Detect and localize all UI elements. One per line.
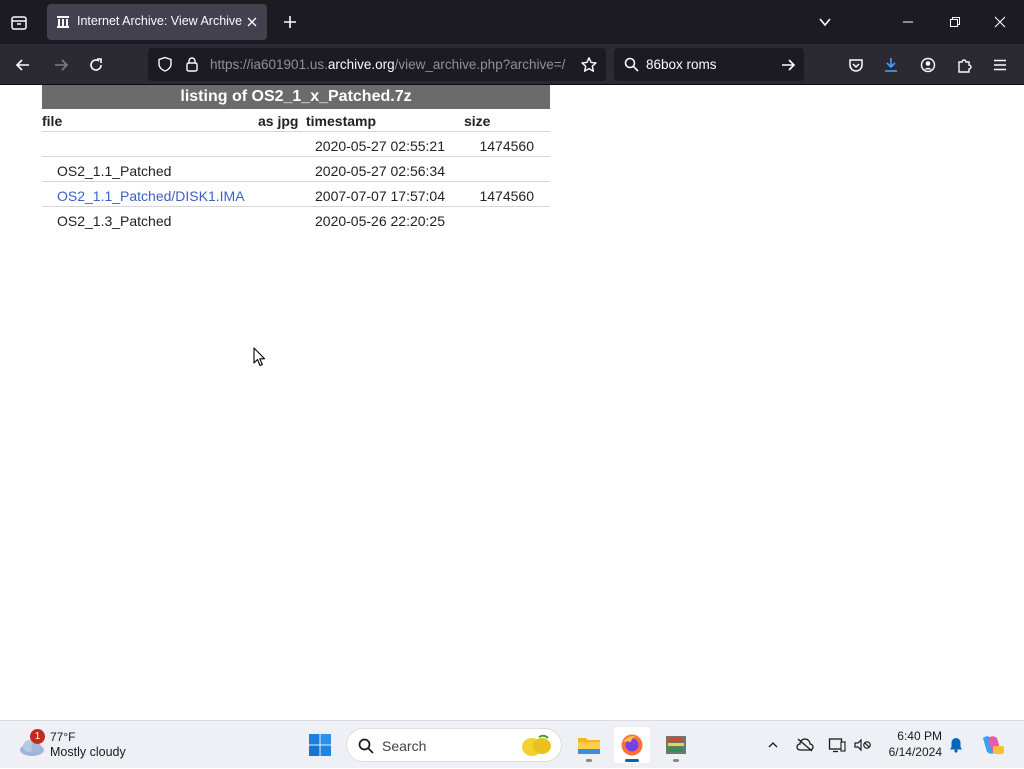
new-tab-icon[interactable] bbox=[280, 12, 300, 32]
reload-icon[interactable] bbox=[85, 54, 107, 76]
tab-bar: Internet Archive: View Archive bbox=[0, 0, 1024, 44]
search-query: 86box roms bbox=[646, 57, 717, 72]
timestamp-cell: 2020-05-27 02:55:21 bbox=[315, 138, 445, 154]
table-row: 2020-05-27 02:55:21 1474560 bbox=[42, 131, 550, 156]
notification-bell-icon[interactable] bbox=[946, 721, 966, 769]
back-arrow-icon[interactable] bbox=[12, 54, 34, 76]
url-bar[interactable]: https://ia601901.us.archive.org/view_arc… bbox=[148, 48, 606, 81]
tracking-protection-shield-icon[interactable] bbox=[155, 54, 175, 74]
size-cell: 1474560 bbox=[479, 138, 534, 154]
search-highlight-lemon-icon bbox=[522, 734, 551, 756]
header-size: size bbox=[464, 113, 491, 129]
lock-icon[interactable] bbox=[182, 54, 202, 74]
downloads-icon[interactable] bbox=[880, 54, 902, 76]
size-cell: 1474560 bbox=[479, 188, 534, 204]
url-domain: archive.org bbox=[327, 57, 395, 72]
account-icon[interactable] bbox=[917, 54, 939, 76]
timestamp-cell: 2007-07-07 17:57:04 bbox=[315, 188, 445, 204]
restore-icon[interactable] bbox=[945, 12, 965, 32]
file-cell: OS2_1.3_Patched bbox=[57, 213, 172, 229]
display-icon[interactable] bbox=[826, 721, 848, 769]
running-indicator bbox=[673, 759, 679, 762]
navigation-toolbar: https://ia601901.us.archive.org/view_arc… bbox=[0, 44, 1024, 85]
listing-caption: listing of OS2_1_x_Patched.7z bbox=[42, 85, 550, 109]
onedrive-offline-icon[interactable] bbox=[794, 721, 816, 769]
header-file: file bbox=[42, 113, 63, 129]
listing-header-row: file as jpg timestamp size bbox=[42, 109, 550, 131]
windows-taskbar: 1 77°F Mostly cloudy Search 6:40 PM 6/14… bbox=[0, 720, 1024, 768]
network-volume-icon[interactable] bbox=[852, 721, 874, 769]
taskbar-search-label: Search bbox=[382, 738, 427, 754]
weather-notification-badge: 1 bbox=[30, 729, 45, 744]
file-link[interactable]: OS2_1.1_Patched/DISK1.IMA bbox=[57, 188, 245, 204]
firefox-taskbar-icon[interactable] bbox=[614, 727, 650, 763]
forward-arrow-icon[interactable] bbox=[50, 54, 72, 76]
list-all-tabs-icon[interactable] bbox=[815, 12, 835, 32]
archive-listing-table: listing of OS2_1_x_Patched.7z file as jp… bbox=[42, 85, 550, 231]
pocket-icon[interactable] bbox=[845, 54, 867, 76]
search-bar[interactable]: 86box roms bbox=[614, 48, 804, 81]
minimize-icon[interactable] bbox=[898, 12, 918, 32]
url-prefix: https://ia601901.us. bbox=[210, 57, 328, 72]
search-go-arrow-icon[interactable] bbox=[777, 54, 799, 76]
mouse-cursor-icon bbox=[253, 347, 266, 367]
timestamp-cell: 2020-05-26 22:20:25 bbox=[315, 213, 445, 229]
page-content: listing of OS2_1_x_Patched.7z file as jp… bbox=[0, 85, 1024, 720]
url-suffix: /view_archive.php?archive=/ bbox=[394, 57, 566, 72]
active-indicator bbox=[625, 759, 639, 762]
weather-temperature: 77°F bbox=[50, 730, 76, 744]
extensions-puzzle-icon[interactable] bbox=[953, 54, 975, 76]
firefox-view-icon[interactable] bbox=[8, 12, 30, 34]
close-tab-icon[interactable] bbox=[243, 13, 261, 31]
windows-start-icon[interactable] bbox=[308, 733, 332, 757]
file-cell: OS2_1.1_Patched bbox=[57, 163, 172, 179]
header-as-jpg: as jpg bbox=[258, 113, 299, 129]
close-window-icon[interactable] bbox=[990, 12, 1010, 32]
copilot-icon[interactable] bbox=[978, 721, 1006, 769]
internet-archive-favicon-icon bbox=[57, 16, 69, 28]
app-taskbar-icon[interactable] bbox=[658, 727, 694, 763]
weather-condition: Mostly cloudy bbox=[50, 745, 126, 759]
menu-hamburger-icon[interactable] bbox=[989, 54, 1011, 76]
file-explorer-taskbar-icon[interactable] bbox=[571, 727, 607, 763]
weather-widget[interactable]: 1 77°F Mostly cloudy bbox=[14, 727, 144, 763]
tab-internet-archive[interactable]: Internet Archive: View Archive bbox=[47, 4, 267, 40]
timestamp-cell: 2020-05-27 02:56:34 bbox=[315, 163, 445, 179]
taskbar-search-box[interactable]: Search bbox=[346, 728, 562, 762]
search-icon bbox=[358, 738, 374, 754]
running-indicator bbox=[586, 759, 592, 762]
table-row: OS2_1.1_Patched 2020-05-27 02:56:34 bbox=[42, 156, 550, 181]
table-row: OS2_1.3_Patched 2020-05-26 22:20:25 bbox=[42, 206, 550, 231]
clock-time: 6:40 PM bbox=[897, 729, 942, 743]
url-text[interactable]: https://ia601901.us.archive.org/view_arc… bbox=[210, 57, 568, 72]
header-timestamp: timestamp bbox=[306, 113, 377, 129]
table-row: OS2_1.1_Patched/DISK1.IMA 2007-07-07 17:… bbox=[42, 181, 550, 206]
bookmark-star-icon[interactable] bbox=[578, 54, 600, 76]
search-icon bbox=[622, 55, 640, 73]
system-clock[interactable]: 6:40 PM 6/14/2024 bbox=[880, 728, 942, 760]
tab-title: Internet Archive: View Archive bbox=[77, 14, 243, 28]
show-hidden-icons-chevron-icon[interactable] bbox=[762, 721, 784, 769]
clock-date: 6/14/2024 bbox=[888, 745, 942, 759]
